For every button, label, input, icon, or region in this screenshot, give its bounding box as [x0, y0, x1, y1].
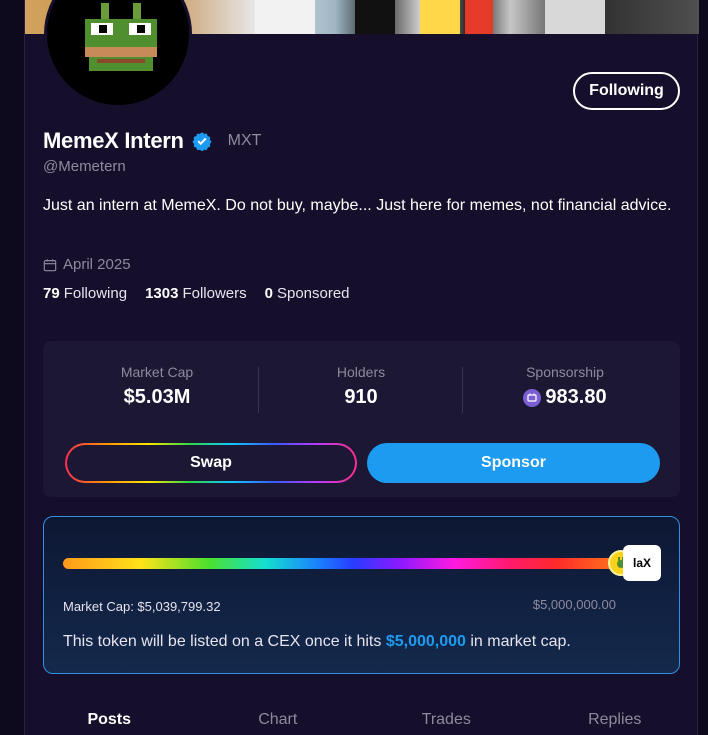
sponsor-coin-icon — [523, 388, 542, 407]
verified-badge-icon — [192, 132, 212, 151]
note-amount: $5,000,000 — [385, 633, 466, 650]
display-name: MemeX Intern — [43, 128, 184, 153]
market-cap-label: Market Cap — [120, 364, 194, 380]
holders-value: 910 — [344, 386, 378, 408]
note-suffix: in market cap. — [465, 633, 571, 650]
profile-stats: 79 Following 1303 Followers 0 Sponsored — [43, 285, 350, 302]
following-count: 79 — [43, 285, 60, 302]
calendar-icon — [43, 258, 57, 271]
followers-label: Followers — [182, 285, 247, 302]
sponsored-count: 0 — [264, 285, 273, 302]
pepe-avatar-icon — [47, 0, 189, 105]
sponsorship-value: 983.80 — [545, 386, 607, 408]
join-date: April 2025 — [43, 256, 131, 273]
followers-stat[interactable]: 1303 Followers — [145, 285, 247, 302]
join-date-text: April 2025 — [63, 256, 131, 273]
market-cap-metric: Market Cap $5.03M — [57, 364, 257, 409]
following-stat[interactable]: 79 Following — [43, 285, 127, 302]
metric-divider — [258, 367, 259, 413]
market-cap-progress-bar — [63, 558, 623, 569]
followers-count: 1303 — [145, 285, 179, 302]
holders-label: Holders — [336, 364, 386, 380]
sponsored-stat[interactable]: 0 Sponsored — [265, 285, 350, 302]
profile-tabs: Posts Chart Trades Replies — [25, 700, 699, 735]
cex-logo-icon: laX — [623, 545, 661, 581]
sponsor-button[interactable]: Sponsor — [367, 443, 660, 483]
sponsorship-value-row: 983.80 — [465, 386, 665, 409]
cex-listing-note: This token will be listed on a CEX once … — [63, 633, 571, 651]
current-market-cap: Market Cap: $5,039,799.32 — [63, 599, 221, 614]
tab-replies[interactable]: Replies — [531, 700, 700, 735]
metric-divider — [462, 367, 463, 413]
tab-posts[interactable]: Posts — [25, 700, 194, 735]
sponsored-label: Sponsored — [276, 285, 350, 302]
swap-button-label: Swap — [67, 445, 355, 481]
market-card: Market Cap $5.03M Holders 910 Sponsorshi… — [43, 341, 680, 497]
swap-button[interactable]: Swap — [65, 443, 357, 483]
sponsorship-metric: Sponsorship 983.80 — [465, 364, 665, 409]
note-prefix: This token will be listed on a CEX once … — [63, 633, 386, 650]
profile-bio: Just an intern at MemeX. Do not buy, may… — [43, 197, 672, 214]
tab-trades[interactable]: Trades — [362, 700, 531, 735]
following-button[interactable]: Following — [573, 72, 680, 110]
name-row: MemeX Intern MXT — [43, 128, 261, 154]
cex-progress-card: laX Market Cap: $5,039,799.32 $5,000,000… — [43, 516, 680, 674]
holders-metric: Holders 910 — [261, 364, 461, 409]
token-ticker: MXT — [227, 132, 262, 149]
tab-chart[interactable]: Chart — [194, 700, 363, 735]
profile-handle: @Memetern — [43, 158, 126, 175]
avatar[interactable] — [44, 0, 192, 108]
following-label: Following — [63, 285, 128, 302]
sponsorship-label: Sponsorship — [526, 364, 604, 380]
market-cap-value: $5.03M — [123, 386, 191, 408]
target-market-cap: $5,000,000.00 — [532, 597, 616, 612]
profile-page: Following MemeX Intern MXT @Memetern Jus… — [24, 0, 699, 735]
